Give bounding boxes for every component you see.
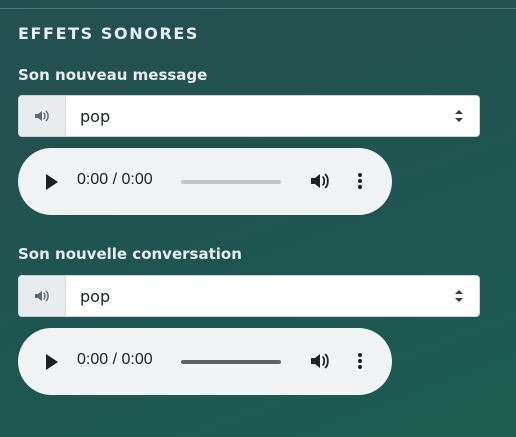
seek-track[interactable] [181,360,281,364]
more-options-icon[interactable] [354,170,366,192]
time-display: 0:00 / 0:00 [77,171,153,188]
volume-icon[interactable] [309,170,331,192]
audio-player-new-message: 0:00 / 0:00 [18,148,392,215]
sound-select-new-conversation[interactable]: pop [18,275,480,317]
play-icon[interactable] [44,172,60,192]
top-divider [0,8,516,9]
sound-select-new-message[interactable]: pop [18,95,480,137]
select-addon [19,276,66,316]
audio-player-new-conversation: 0:00 / 0:00 [18,328,392,395]
speaker-icon [35,290,49,302]
more-options-icon[interactable] [354,350,366,372]
select-value: pop [80,106,111,126]
volume-icon[interactable] [309,350,331,372]
select-caret-icon [439,96,479,136]
field-label-new-conversation: Son nouvelle conversation [18,245,242,263]
section-title: EFFETS SONORES [18,24,200,43]
seek-track[interactable] [181,180,281,184]
play-icon[interactable] [44,352,60,372]
speaker-icon [35,110,49,122]
select-addon [19,96,66,136]
select-value: pop [80,286,111,306]
field-label-new-message: Son nouveau message [18,66,208,84]
select-caret-icon [439,276,479,316]
time-display: 0:00 / 0:00 [77,351,153,368]
